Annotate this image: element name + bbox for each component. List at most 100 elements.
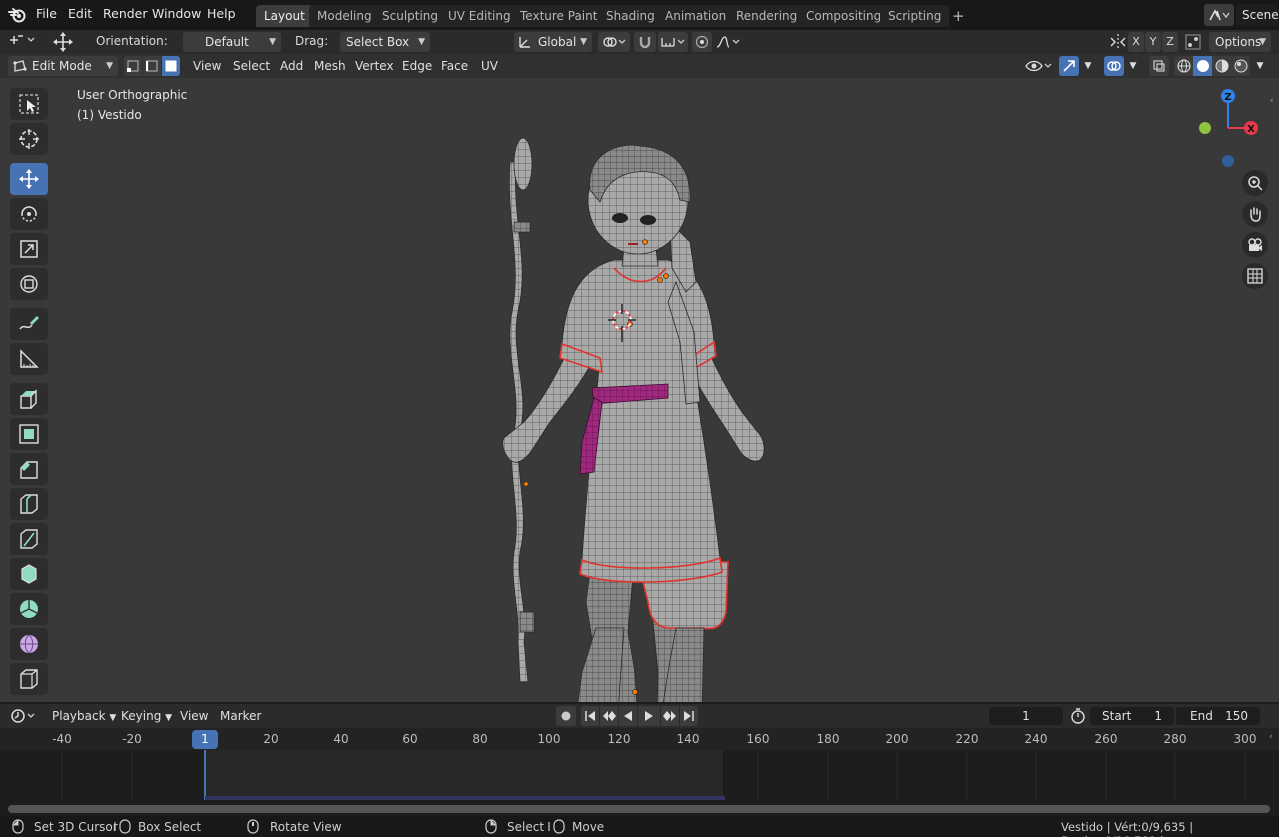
3d-viewport[interactable]: User Orthographic (1) Vestido Z X ‹ [0,78,1279,702]
tab-scripting[interactable]: Scripting [880,5,950,27]
play-reverse-button[interactable] [619,706,637,726]
chevron-down-icon[interactable]: ▼ [1080,56,1096,76]
pivot-point-button[interactable] [598,32,630,52]
shading-material-button[interactable] [1212,56,1231,76]
menu-help[interactable]: Help [207,6,236,21]
tab-modeling[interactable]: Modeling [309,5,380,27]
tab-texture-paint[interactable]: Texture Paint [512,5,606,27]
tool-annotate[interactable] [10,308,48,340]
tool-bevel[interactable] [10,453,48,485]
pan-view-button[interactable] [1242,201,1268,227]
menu-playback[interactable]: Playback ▼ [46,706,122,726]
tab-rendering[interactable]: Rendering [728,5,806,27]
menu-face[interactable]: Face [435,56,474,76]
snap-toggle-button[interactable] [634,32,656,52]
menu-marker[interactable]: Marker [214,706,267,726]
mirror-y-toggle[interactable]: Y [1145,32,1161,52]
vertex-select-mode-button[interactable] [124,56,142,76]
face-select-mode-button[interactable] [162,56,180,76]
editor-type-button[interactable] [8,706,40,726]
scene-name-field[interactable]: Scene [1236,4,1279,26]
menu-uv[interactable]: UV [475,56,504,76]
mirror-x-toggle[interactable]: X [1128,32,1144,52]
tool-cursor[interactable] [10,123,48,155]
shading-rendered-button[interactable] [1231,56,1250,76]
gizmo-toggle-button[interactable] [1059,56,1079,76]
tool-spin[interactable] [10,593,48,625]
auto-keying-button[interactable] [556,706,576,726]
auto-merge-icon[interactable] [1184,33,1202,51]
sidebar-expand-icon[interactable]: ‹ [1269,732,1273,742]
menu-render[interactable]: Render [103,6,148,21]
tool-rotate[interactable] [10,198,48,230]
tool-extrude[interactable] [10,383,48,415]
edge-select-mode-button[interactable] [143,56,161,76]
navigation-gizmo[interactable]: Z X [1192,84,1264,170]
jump-end-button[interactable] [680,706,698,726]
shading-solid-button[interactable] [1193,56,1212,76]
mode-dropdown[interactable]: Edit Mode ▼ [8,56,118,76]
menu-mesh[interactable]: Mesh [308,56,352,76]
tool-measure[interactable] [10,343,48,375]
camera-view-button[interactable] [1242,232,1268,258]
xray-toggle-button[interactable] [1149,56,1169,76]
tool-edge-slide[interactable] [10,663,48,695]
menu-timeline-view[interactable]: View [174,706,214,726]
falloff-button[interactable] [714,32,742,52]
tab-animation[interactable]: Animation [657,5,735,27]
drag-dropdown[interactable]: Select Box ▼ [340,32,430,52]
options-dropdown[interactable]: Options ▼ [1209,32,1271,52]
blender-logo-icon[interactable] [8,6,26,24]
proportional-edit-button[interactable] [692,32,712,52]
playhead-frame-indicator[interactable]: 1 [192,730,218,749]
end-frame-field[interactable]: End 150 [1176,707,1260,725]
tool-smooth[interactable] [10,628,48,660]
tab-layout[interactable]: Layout [256,5,313,27]
visibility-selectability-button[interactable] [1024,56,1054,76]
mirror-axis-icon[interactable] [1110,33,1126,51]
zoom-view-button[interactable] [1242,170,1268,196]
chevron-down-icon[interactable]: ▼ [1252,56,1268,76]
start-frame-field[interactable]: Start 1 [1090,707,1174,725]
chevron-down-icon[interactable]: ▼ [1125,56,1141,76]
character-mesh[interactable] [490,78,790,702]
shading-wireframe-button[interactable] [1174,56,1193,76]
tool-loop-cut[interactable] [10,488,48,520]
menu-view[interactable]: View [187,56,227,76]
gizmo-y-axis[interactable] [1199,122,1211,134]
overlays-toggle-button[interactable] [1104,56,1124,76]
tool-transform[interactable] [10,268,48,300]
tool-poly-build[interactable] [10,558,48,590]
transform-orientation-dropdown[interactable]: Global ▼ [514,32,592,52]
next-keyframe-button[interactable] [661,706,679,726]
toggle-perspective-button[interactable] [1242,263,1268,289]
tab-sculpting[interactable]: Sculpting [374,5,447,27]
tab-shading[interactable]: Shading [598,5,663,27]
menu-edit[interactable]: Edit [68,6,92,21]
menu-add[interactable]: Add [274,56,309,76]
prev-keyframe-button[interactable] [600,706,618,726]
menu-window[interactable]: Window [152,6,201,21]
move-icon[interactable] [52,31,74,53]
scene-selector-button[interactable] [1204,4,1234,26]
menu-select[interactable]: Select [227,56,276,76]
add-workspace-button[interactable]: + [944,5,973,27]
menu-file[interactable]: File [36,6,57,21]
gizmo-neg-z-axis[interactable] [1222,155,1234,167]
timeline-track-area[interactable] [0,750,1279,800]
orientation-dropdown[interactable]: Default ▼ [183,32,281,52]
menu-edge[interactable]: Edge [396,56,438,76]
tab-uv-editing[interactable]: UV Editing [440,5,519,27]
tool-move[interactable] [10,163,48,195]
timeline-scrollbar[interactable] [8,805,1270,813]
tool-knife[interactable] [10,523,48,555]
sidebar-expand-icon[interactable]: ‹ [1270,96,1274,106]
current-frame-field[interactable]: 1 [989,707,1063,725]
menu-keying[interactable]: Keying ▼ [115,706,178,726]
tab-compositing[interactable]: Compositing [798,5,890,27]
tool-select-box[interactable] [10,88,48,120]
jump-start-button[interactable] [581,706,599,726]
mirror-z-toggle[interactable]: Z [1162,32,1178,52]
tool-presets-button[interactable] [8,32,40,52]
menu-vertex[interactable]: Vertex [349,56,400,76]
